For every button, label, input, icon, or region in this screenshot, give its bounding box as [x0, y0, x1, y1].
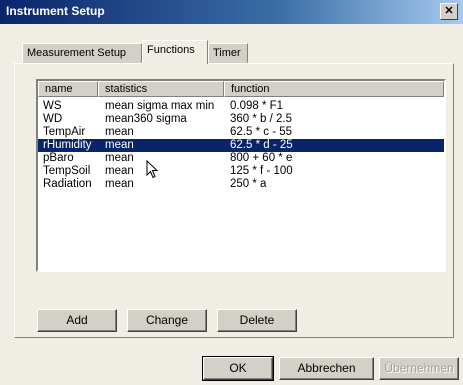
- name-cell: Radiation: [43, 178, 92, 190]
- statistics-cell: mean sigma max min: [105, 100, 215, 112]
- function-cell: 125 * f - 100: [230, 165, 293, 177]
- list-item[interactable]: Radiation mean 250 * a: [38, 178, 444, 191]
- function-cell: 250 * a: [230, 178, 267, 190]
- function-cell: 62.5 * c - 55: [230, 126, 293, 138]
- statistics-cell: mean: [105, 139, 134, 151]
- list-item[interactable]: WS mean sigma max min 0.098 * F1: [38, 100, 444, 113]
- change-button[interactable]: Change: [127, 309, 207, 332]
- list-item[interactable]: TempSoil mean 125 * f - 100: [38, 165, 444, 178]
- column-header-function[interactable]: function: [224, 81, 444, 97]
- list-item[interactable]: pBaro mean 800 + 60 * e: [38, 152, 444, 165]
- function-cell: 0.098 * F1: [230, 100, 284, 112]
- name-cell: rHumidity: [43, 139, 92, 151]
- ok-button[interactable]: OK: [202, 356, 274, 381]
- list-item[interactable]: rHumidity mean 62.5 * d - 25: [38, 139, 444, 152]
- list-item[interactable]: TempAir mean 62.5 * c - 55: [38, 126, 444, 139]
- statistics-cell: mean: [105, 126, 134, 138]
- functions-list[interactable]: name statistics function WS mean sigma ma…: [36, 79, 446, 272]
- column-header-statistics[interactable]: statistics: [98, 81, 224, 97]
- title-bar: Instrument Setup ✕: [0, 0, 463, 24]
- close-icon: ✕: [444, 5, 454, 17]
- name-cell: WS: [43, 100, 62, 112]
- tab-functions[interactable]: Functions: [142, 40, 208, 64]
- cancel-button[interactable]: Abbrechen: [279, 357, 374, 380]
- function-cell: 800 + 60 * e: [230, 152, 293, 164]
- apply-button[interactable]: Übernehmen: [379, 357, 459, 380]
- tab-timer[interactable]: Timer: [208, 43, 248, 63]
- tab-measurement-setup[interactable]: Measurement Setup: [22, 43, 142, 63]
- list-item[interactable]: WD mean360 sigma 360 * b / 2.5: [38, 113, 444, 126]
- statistics-cell: mean: [105, 152, 134, 164]
- statistics-cell: mean: [105, 178, 134, 190]
- statistics-cell: mean360 sigma: [105, 113, 187, 125]
- delete-button[interactable]: Delete: [217, 309, 297, 332]
- name-cell: TempAir: [43, 126, 86, 138]
- column-header-name[interactable]: name: [38, 81, 98, 97]
- function-cell: 360 * b / 2.5: [230, 113, 293, 125]
- mouse-pointer-icon: [146, 160, 159, 179]
- name-cell: pBaro: [43, 152, 74, 164]
- window-title: Instrument Setup: [6, 4, 105, 18]
- statistics-cell: mean: [105, 165, 134, 177]
- function-cell: 62.5 * d - 25: [230, 139, 293, 151]
- add-button[interactable]: Add: [37, 309, 117, 332]
- name-cell: TempSoil: [43, 165, 91, 177]
- name-cell: WD: [43, 113, 63, 125]
- close-button[interactable]: ✕: [440, 3, 458, 20]
